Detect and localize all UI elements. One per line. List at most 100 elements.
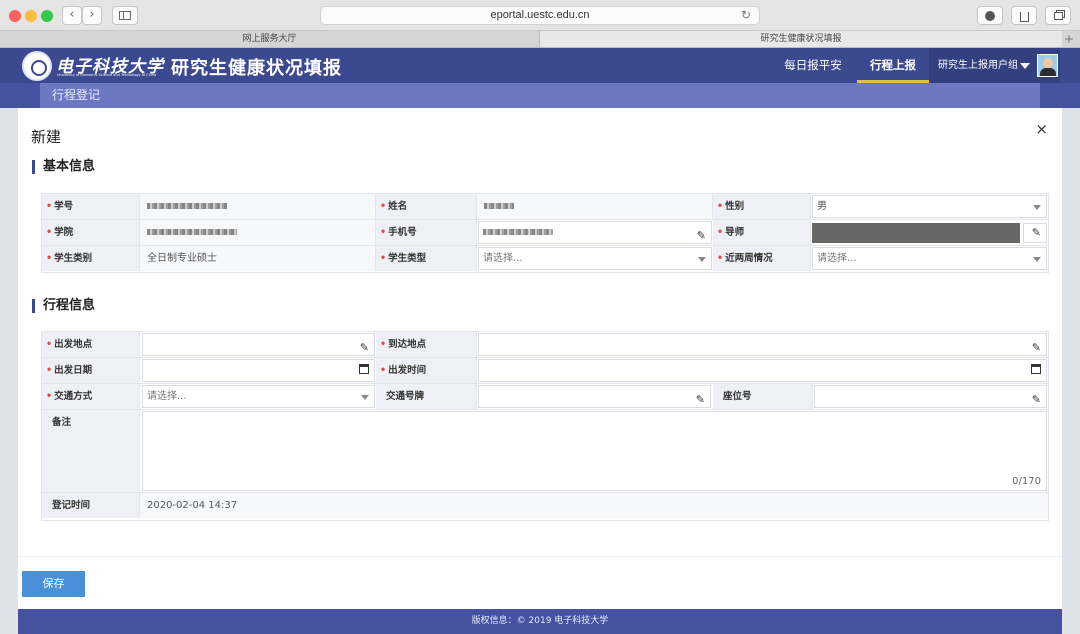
register-time-label: 登记时间 — [42, 493, 140, 518]
page-subheader: 行程登记 — [0, 83, 1080, 108]
transport-mode-select[interactable]: 请选择... — [142, 385, 375, 408]
tabs-overview-button[interactable] — [1045, 6, 1071, 25]
backdrop-left — [0, 108, 18, 634]
sidebar-toggle-button[interactable] — [112, 6, 138, 25]
chevron-down-icon — [1033, 205, 1041, 210]
remarks-char-counter: 0/170 — [1012, 476, 1041, 487]
advisor-edit-button[interactable]: ✎ — [1023, 223, 1047, 243]
student-type-label: • 学生类型 — [376, 246, 477, 271]
chevron-right-icon: › — [89, 7, 95, 22]
trip-info-form: • 出发地点 ✎ • 到达地点 ✎ • 出发日期 • 出发时间 • 交通方式 请选择...… — [41, 331, 1049, 521]
calendar-icon[interactable] — [359, 364, 369, 374]
recent-two-weeks-select[interactable]: 请选择... — [812, 247, 1047, 270]
student-category-value: 全日制专业硕士 — [140, 246, 376, 271]
student-category-label: • 学生类别 — [42, 246, 140, 271]
gender-select[interactable]: 男 — [812, 195, 1047, 218]
departure-time-label: • 出发时间 — [376, 358, 477, 383]
departure-place-label: • 出发地点 — [42, 332, 140, 357]
form-row: • 交通方式 请选择... 交通号牌 ✎ 座位号 ✎ — [42, 384, 1048, 410]
downloads-button[interactable] — [977, 6, 1003, 25]
address-bar[interactable]: eportal.uestc.edu.cn ↻ — [320, 6, 760, 25]
download-icon — [985, 11, 995, 21]
seat-number-label: 座位号 — [713, 384, 813, 409]
dialog-title: 新建 — [31, 128, 62, 146]
departure-place-input[interactable]: ✎ — [142, 333, 375, 356]
arrival-place-input[interactable]: ✎ — [478, 333, 1047, 356]
form-row: 备注 0/170 — [42, 410, 1048, 493]
transport-number-input[interactable]: ✎ — [478, 385, 711, 408]
phone-input[interactable]: ✎ — [478, 221, 712, 244]
divider — [18, 556, 1062, 557]
section-basic-info: 基本信息 — [32, 160, 95, 174]
pencil-icon[interactable]: ✎ — [696, 389, 705, 410]
avatar[interactable] — [1037, 54, 1058, 77]
student-id-label: • 学号 — [42, 194, 140, 219]
seat-number-input[interactable]: ✎ — [814, 385, 1047, 408]
calendar-icon[interactable] — [1031, 364, 1041, 374]
name-label: • 姓名 — [376, 194, 477, 219]
chevron-down-icon — [1033, 257, 1041, 262]
departure-date-label: • 出发日期 — [42, 358, 140, 383]
pencil-icon[interactable]: ✎ — [1032, 337, 1041, 358]
save-button[interactable]: 保存 — [22, 571, 85, 597]
browser-toolbar: ‹ › eportal.uestc.edu.cn ↻ — [0, 0, 1080, 31]
nav-trip-report[interactable]: 行程上报 — [857, 48, 929, 83]
gender-label: • 性别 — [713, 194, 811, 219]
app-title: 研究生健康状况填报 — [171, 58, 342, 79]
tab-service-hall[interactable]: 网上服务大厅 — [0, 31, 539, 47]
user-group-label: 研究生上报用户组 — [938, 60, 1018, 71]
chevron-left-icon: ‹ — [69, 7, 75, 22]
form-row: • 学院 • 手机号 ✎ • 导师 ✎ — [42, 220, 1048, 246]
arrival-place-label: • 到达地点 — [376, 332, 477, 357]
share-button[interactable] — [1011, 6, 1037, 25]
sidebar-icon — [119, 11, 131, 20]
new-tab-icon[interactable]: + — [1064, 31, 1074, 47]
form-row: • 学号 • 姓名 • 性别 男 — [42, 194, 1048, 220]
pencil-icon: ✎ — [1031, 226, 1041, 239]
recent-two-weeks-label: • 近两周情况 — [713, 246, 811, 271]
student-id-value — [140, 194, 376, 219]
college-value — [140, 220, 376, 245]
section-trip-info: 行程信息 — [32, 299, 95, 313]
college-label: • 学院 — [42, 220, 140, 245]
tabs-icon — [1053, 12, 1063, 20]
pencil-icon[interactable]: ✎ — [1032, 389, 1041, 410]
chevron-down-icon — [698, 257, 706, 262]
tab-bar: 网上服务大厅 研究生健康状况填报 + — [0, 31, 1080, 48]
form-row: • 出发日期 • 出发时间 — [42, 358, 1048, 384]
chevron-down-icon — [361, 395, 369, 400]
transport-number-label: 交通号牌 — [376, 384, 477, 409]
share-icon — [1019, 12, 1029, 22]
nav-daily-report[interactable]: 每日报平安 — [772, 48, 854, 83]
backdrop-right — [1062, 108, 1080, 634]
minimize-window-button[interactable] — [25, 10, 37, 22]
form-row: • 出发地点 ✎ • 到达地点 ✎ — [42, 332, 1048, 358]
remarks-label: 备注 — [42, 410, 140, 492]
pencil-icon[interactable]: ✎ — [360, 337, 369, 358]
phone-label: • 手机号 — [376, 220, 477, 245]
close-window-button[interactable] — [9, 10, 21, 22]
caret-down-icon — [1020, 63, 1030, 69]
pencil-icon[interactable]: ✎ — [697, 225, 706, 246]
tab-health-report[interactable]: 研究生健康状况填报 — [540, 31, 1062, 47]
app-header: 电子科技大学 University of Electronic Science … — [0, 48, 1080, 83]
breadcrumb: 行程登记 — [40, 83, 1040, 108]
student-type-select[interactable]: 请选择... — [478, 247, 712, 270]
transport-mode-label: • 交通方式 — [42, 384, 140, 409]
form-row: • 学生类别 全日制专业硕士 • 学生类型 请选择... • 近两周情况 请选择... — [42, 246, 1048, 272]
advisor-label: • 导师 — [713, 220, 811, 245]
remarks-textarea[interactable]: 0/170 — [142, 411, 1047, 491]
register-time-value: 2020-02-04 14:37 — [140, 493, 1048, 518]
reload-icon[interactable]: ↻ — [741, 7, 751, 24]
forward-button[interactable]: › — [82, 6, 102, 25]
url-text: eportal.uestc.edu.cn — [490, 9, 590, 21]
back-button[interactable]: ‹ — [62, 6, 82, 25]
close-icon[interactable]: × — [1035, 120, 1048, 138]
departure-time-input[interactable] — [478, 359, 1047, 382]
name-value — [477, 194, 713, 219]
university-seal-logo — [22, 51, 52, 81]
basic-info-form: • 学号 • 姓名 • 性别 男 • 学院 • 手机号 ✎ • 导师 ✎ • 学生类别 全日制… — [41, 193, 1049, 273]
advisor-value — [812, 223, 1020, 243]
departure-date-input[interactable] — [142, 359, 375, 382]
zoom-window-button[interactable] — [41, 10, 53, 22]
